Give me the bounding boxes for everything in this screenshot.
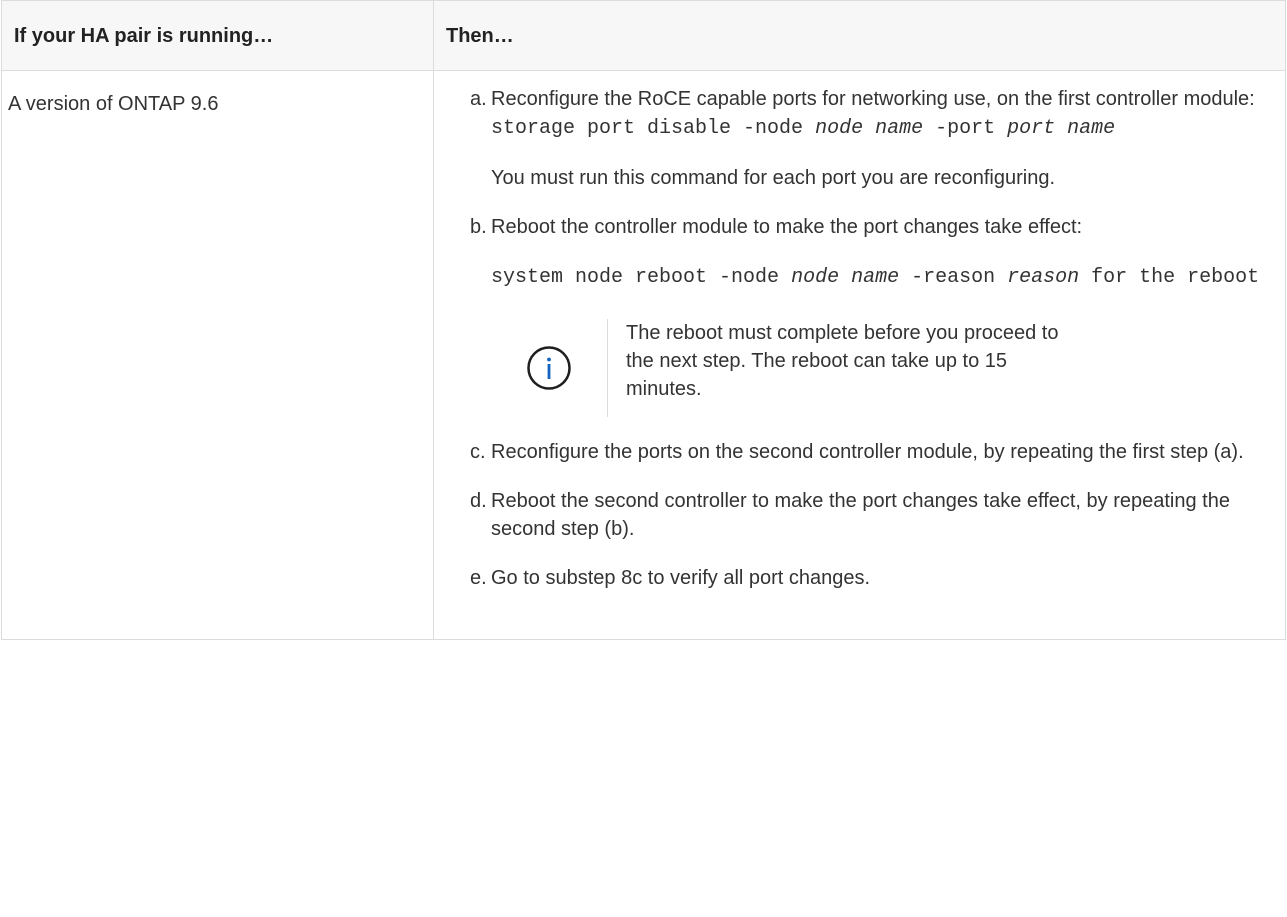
- step-b-cmd-placeholder: node name: [791, 266, 900, 289]
- step-b: b. Reboot the controller module to make …: [434, 213, 1275, 417]
- admonition-text: The reboot must complete before you proc…: [626, 322, 1059, 400]
- step-b-cmd-part: for the reboot: [1079, 266, 1260, 289]
- step-a-instruction: Reconfigure the RoCE capable ports for n…: [491, 88, 1255, 110]
- step-e-text: Go to substep 8c to verify all port chan…: [491, 567, 871, 589]
- step-a: a. Reconfigure the RoCE capable ports fo…: [434, 85, 1275, 192]
- admonition-icon-cell: [491, 319, 608, 417]
- step-b-text: Reboot the controller module to make the…: [491, 216, 1083, 238]
- step-c: c. Reconfigure the ports on the second c…: [434, 438, 1275, 466]
- step-d-text: Reboot the second controller to make the…: [491, 490, 1230, 540]
- step-b-cmd-part: -reason: [899, 266, 1008, 289]
- procedure-table: If your HA pair is running… Then… A vers…: [1, 0, 1286, 640]
- header-action: Then…: [433, 0, 1286, 71]
- step-b-cmd-part: system node reboot -node: [491, 266, 792, 289]
- step-marker: e.: [470, 567, 487, 589]
- step-a-cmd-placeholder: node name: [815, 117, 924, 140]
- info-admonition: The reboot must complete before you proc…: [491, 319, 1275, 417]
- step-a-text: Reconfigure the RoCE capable ports for n…: [491, 85, 1275, 143]
- step-b-cmd-placeholder: reason: [1007, 266, 1080, 289]
- info-icon: [527, 346, 571, 390]
- header-row: If your HA pair is running… Then…: [1, 0, 1286, 71]
- step-a-command: storage port disable -node node name -po…: [491, 117, 1115, 140]
- table-row: A version of ONTAP 9.6 a. Reconfigure th…: [1, 70, 1286, 640]
- step-a-cmd-part: storage port disable -node: [491, 117, 816, 140]
- step-a-cmd-part: -port: [923, 117, 1008, 140]
- step-a-note: You must run this command for each port …: [491, 167, 1056, 189]
- step-marker: a.: [470, 88, 487, 110]
- step-d: d. Reboot the second controller to make …: [434, 487, 1275, 543]
- step-c-text: Reconfigure the ports on the second cont…: [491, 441, 1244, 463]
- step-marker: c.: [470, 441, 486, 463]
- table-header: If your HA pair is running… Then…: [1, 0, 1286, 71]
- step-b-command: system node reboot -node node name -reas…: [491, 262, 1275, 294]
- header-condition: If your HA pair is running…: [1, 0, 434, 71]
- step-marker: b.: [470, 216, 487, 238]
- step-e: e. Go to substep 8c to verify all port c…: [434, 564, 1275, 592]
- step-a-cmd-placeholder: port name: [1007, 117, 1116, 140]
- step-marker: d.: [470, 490, 487, 512]
- steps-cell: a. Reconfigure the RoCE capable ports fo…: [433, 70, 1286, 640]
- condition-cell: A version of ONTAP 9.6: [1, 70, 434, 640]
